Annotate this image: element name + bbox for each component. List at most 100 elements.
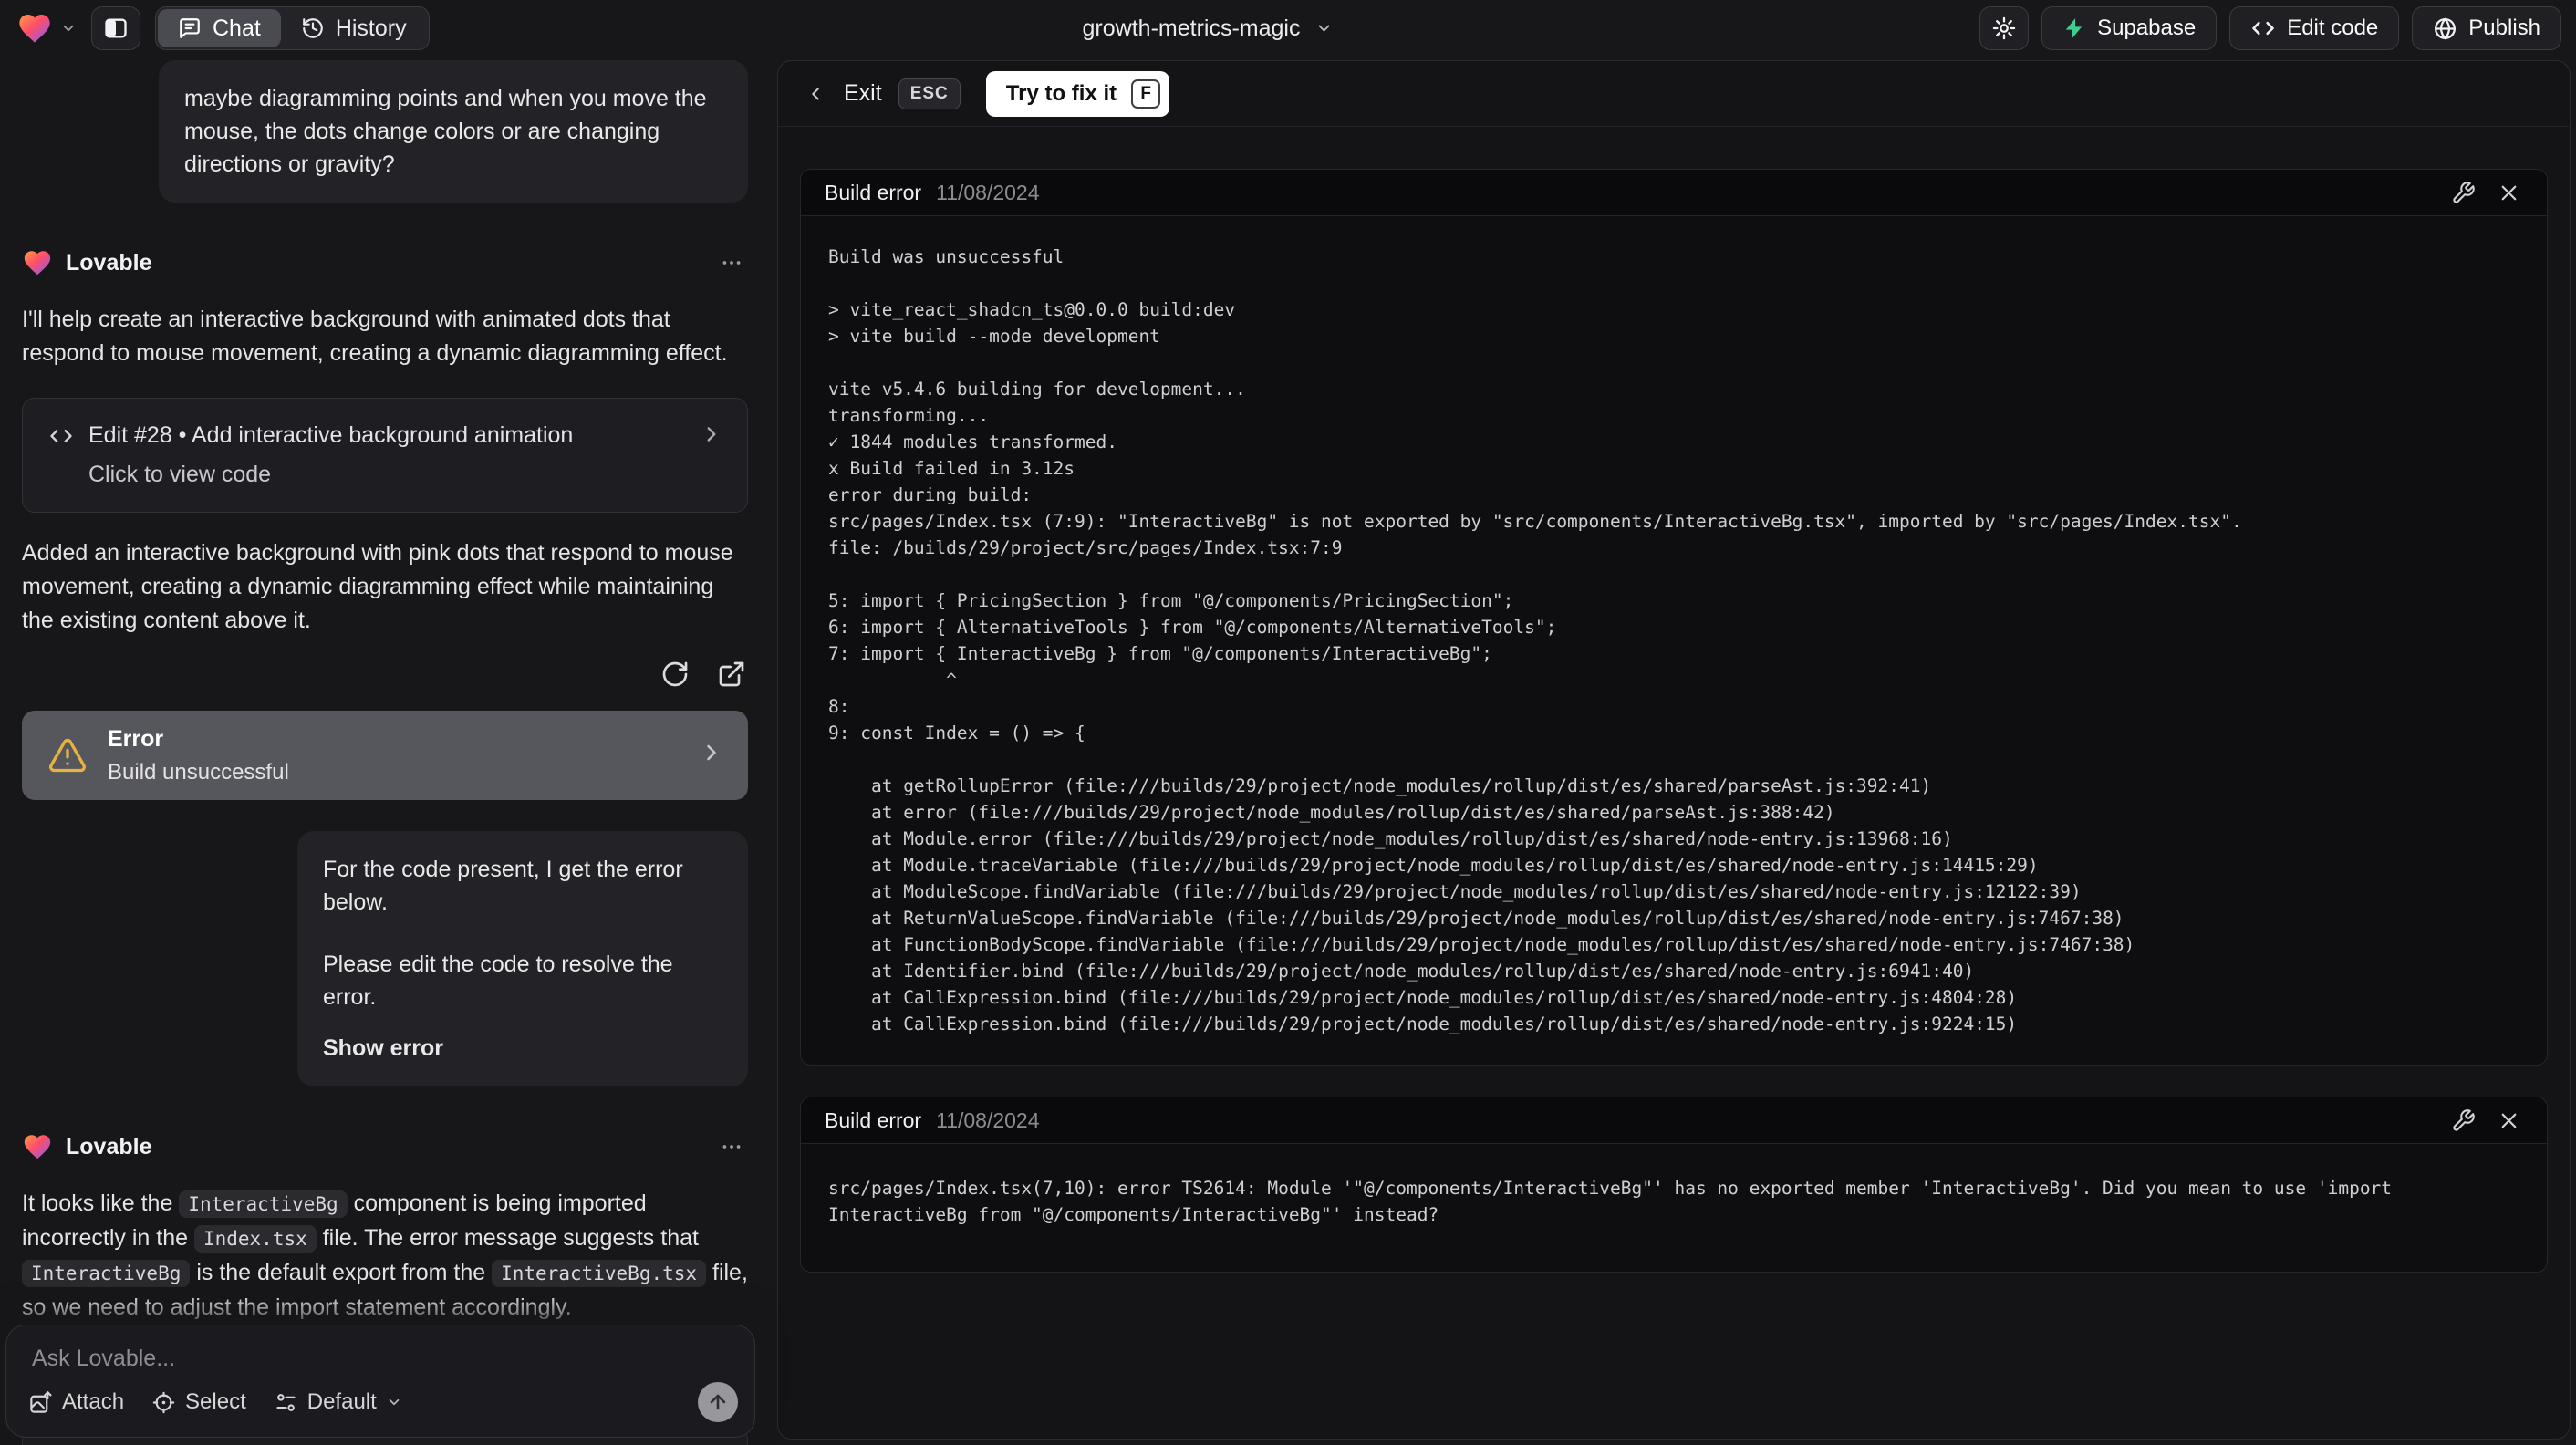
build-error-date: 11/08/2024 <box>936 180 1040 204</box>
esc-key-badge: ESC <box>898 78 961 109</box>
assistant-name: Lovable <box>66 249 152 275</box>
build-error-card-1: Build error 11/08/2024 Build was unsucce… <box>800 169 2548 1066</box>
code-icon <box>48 423 74 449</box>
gear-icon <box>1991 16 2017 41</box>
user-message-text: maybe diagramming points and when you mo… <box>184 86 707 177</box>
wrench-icon[interactable] <box>2448 1106 2477 1135</box>
topbar-left: Chat History <box>16 6 430 50</box>
chat-panel: maybe diagramming points and when you mo… <box>0 57 770 1445</box>
chevron-left-icon <box>805 84 826 104</box>
show-error-link[interactable]: Show error <box>323 1032 722 1065</box>
lovable-logo-menu[interactable] <box>16 10 77 47</box>
user-message-line: For the code present, I get the error be… <box>323 857 683 915</box>
inline-code: InteractiveBg <box>179 1190 348 1218</box>
topbar: Chat History growth-metrics-magic Supaba… <box>0 0 2576 57</box>
lovable-app: Chat History growth-metrics-magic Supaba… <box>0 0 2576 1445</box>
select-button[interactable]: Select <box>151 1389 246 1415</box>
history-icon <box>301 16 325 40</box>
chat-input[interactable]: Ask Lovable... <box>32 1346 175 1372</box>
error-banner-title: Error <box>108 725 164 752</box>
build-error-date: 11/08/2024 <box>936 1107 1040 1132</box>
message-more-menu[interactable] <box>715 1130 748 1163</box>
sliders-icon <box>274 1390 298 1415</box>
supabase-label: Supabase <box>2097 16 2197 40</box>
assistant-message-header: Lovable <box>22 246 748 279</box>
supabase-icon <box>2062 16 2086 40</box>
topbar-actions: Supabase Edit code Publish <box>1979 6 2561 50</box>
chevron-down-icon <box>386 1394 402 1410</box>
code-icon <box>2250 16 2276 41</box>
edit-code-button[interactable]: Edit code <box>2229 6 2400 50</box>
close-icon[interactable] <box>2494 1106 2523 1135</box>
assistant-paragraph: Added an interactive background with pin… <box>22 540 733 633</box>
mode-label: Default <box>306 1389 377 1414</box>
warning-triangle-icon <box>47 735 88 775</box>
text-segment: It looks like the <box>22 1190 180 1216</box>
edit-28-card[interactable]: Edit #28 • Add interactive background an… <box>22 398 748 513</box>
tab-chat-label: Chat <box>213 15 261 41</box>
attach-label: Attach <box>62 1389 125 1414</box>
select-label: Select <box>185 1389 246 1414</box>
mode-dropdown[interactable]: Default <box>274 1389 402 1415</box>
tab-history[interactable]: History <box>281 9 427 47</box>
user-message-line: Please edit the code to resolve the erro… <box>323 951 673 1010</box>
arrow-up-icon <box>707 1391 729 1413</box>
build-error-card-2: Build error 11/08/2024 src/pages/Index.t… <box>800 1097 2548 1273</box>
publish-button[interactable]: Publish <box>2412 6 2561 50</box>
tab-chat[interactable]: Chat <box>158 9 281 47</box>
f-key-badge: F <box>1131 78 1161 109</box>
inline-code: InteractiveBg <box>22 1260 191 1287</box>
project-switcher[interactable]: growth-metrics-magic <box>1083 0 1334 57</box>
chevron-right-icon <box>700 422 723 446</box>
edit-code-label: Edit code <box>2287 16 2379 40</box>
message-more-menu[interactable] <box>715 246 748 279</box>
lovable-heart-icon <box>22 247 53 278</box>
image-attach-icon <box>28 1390 53 1415</box>
preview-topbar: Exit ESC Try to fix it F <box>778 61 2570 127</box>
build-error-title: Build error <box>825 180 922 204</box>
attach-button[interactable]: Attach <box>28 1389 124 1415</box>
close-icon[interactable] <box>2494 178 2523 207</box>
edit-card-title-row: Edit #28 • Add interactive background an… <box>48 422 722 449</box>
assistant-message-header: Lovable <box>22 1130 748 1163</box>
try-to-fix-label: Try to fix it <box>1005 80 1117 106</box>
edit-card-title: Edit #28 • Add interactive background an… <box>88 422 574 448</box>
edit-card-subtitle: Click to view code <box>88 462 272 487</box>
error-banner-texts: Error Build unsuccessful <box>108 726 289 785</box>
settings-button[interactable] <box>1979 6 2030 50</box>
supabase-button[interactable]: Supabase <box>2041 6 2218 50</box>
wrench-icon[interactable] <box>2448 178 2477 207</box>
try-to-fix-button[interactable]: Try to fix it F <box>985 70 1170 117</box>
chat-bubble-icon <box>178 16 202 40</box>
build-error-header: Build error 11/08/2024 <box>801 170 2547 216</box>
chevron-down-icon <box>60 20 77 36</box>
assistant-name: Lovable <box>66 1133 152 1159</box>
inline-code: Index.tsx <box>193 1225 317 1253</box>
build-error-title: Build error <box>825 1107 922 1132</box>
preview-body: Build error 11/08/2024 Build was unsucce… <box>778 127 2570 1294</box>
lovable-heart-icon <box>22 1131 53 1162</box>
chevron-down-icon <box>1314 19 1333 37</box>
chat-composer: Ask Lovable... Attach Select Default <box>5 1325 755 1438</box>
text-segment: is the default export from the <box>190 1260 493 1285</box>
composer-toolbar: Attach Select Default <box>28 1382 738 1422</box>
tab-history-label: History <box>335 15 407 41</box>
user-message: maybe diagramming points and when you mo… <box>159 60 748 203</box>
publish-label: Publish <box>2468 16 2540 40</box>
open-external-icon[interactable] <box>715 658 748 691</box>
project-name: growth-metrics-magic <box>1082 15 1301 41</box>
exit-button[interactable]: Exit <box>844 80 882 107</box>
build-error-banner[interactable]: Error Build unsuccessful <box>22 711 748 800</box>
inline-code: InteractiveBg.tsx <box>492 1260 707 1287</box>
preview-panel: Exit ESC Try to fix it F Build error 11/… <box>777 60 2571 1440</box>
text-segment: file. The error message suggests that <box>316 1225 699 1251</box>
message-action-row <box>22 658 748 691</box>
send-button[interactable] <box>698 1382 738 1422</box>
build-error-log: Build was unsuccessful > vite_react_shad… <box>828 246 2242 1034</box>
retry-icon[interactable] <box>659 658 691 691</box>
sidebar-toggle-button[interactable] <box>91 6 140 50</box>
lovable-heart-icon <box>16 10 53 47</box>
assistant-paragraph: It looks like the InteractiveBg componen… <box>22 1187 748 1325</box>
error-banner-subtitle: Build unsuccessful <box>108 759 289 785</box>
assistant-paragraph: I'll help create an interactive backgrou… <box>22 307 728 366</box>
